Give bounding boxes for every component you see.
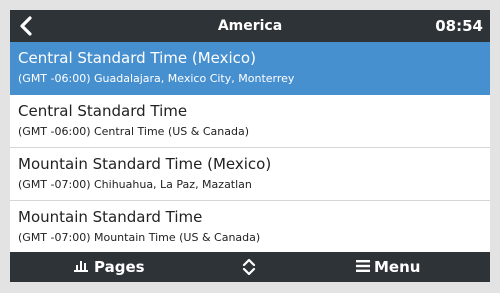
timezone-name: Central Standard Time bbox=[18, 102, 188, 120]
clock: 08:54 bbox=[435, 17, 483, 35]
timezone-detail: (GMT -06:00) Central Time (US & Canada) bbox=[18, 125, 249, 138]
timezone-screen: America 08:54 Central Standard Time (Mex… bbox=[10, 10, 490, 282]
header-bar: America 08:54 bbox=[10, 10, 490, 42]
timezone-list: Central Standard Time (Mexico) (GMT -06:… bbox=[10, 42, 490, 252]
timezone-name: Central Standard Time (Mexico) bbox=[18, 49, 256, 67]
menu-label: Menu bbox=[374, 258, 421, 276]
bar-chart-icon bbox=[74, 261, 88, 272]
timezone-name: Mountain Standard Time bbox=[18, 208, 203, 226]
scroll-button[interactable] bbox=[242, 258, 256, 276]
menu-button[interactable]: Menu bbox=[356, 252, 420, 282]
hamburger-menu-icon bbox=[356, 260, 370, 272]
list-item[interactable]: Central Standard Time (GMT -06:00) Centr… bbox=[10, 95, 490, 148]
up-down-arrows-icon bbox=[242, 258, 256, 276]
list-item[interactable]: Central Standard Time (Mexico) (GMT -06:… bbox=[10, 42, 490, 95]
timezone-detail: (GMT -06:00) Guadalajara, Mexico City, M… bbox=[18, 72, 295, 85]
list-item[interactable]: Mountain Standard Time (Mexico) (GMT -07… bbox=[10, 148, 490, 201]
timezone-name: Mountain Standard Time (Mexico) bbox=[18, 155, 272, 173]
timezone-detail: (GMT -07:00) Mountain Time (US & Canada) bbox=[18, 231, 261, 244]
timezone-detail: (GMT -07:00) Chihuahua, La Paz, Mazatlan bbox=[18, 178, 252, 191]
page-title: America bbox=[217, 18, 283, 34]
list-item[interactable]: Mountain Standard Time (GMT -07:00) Moun… bbox=[10, 201, 490, 253]
pages-label: Pages bbox=[94, 258, 145, 276]
footer-bar: Pages Menu bbox=[10, 252, 490, 282]
pages-button[interactable]: Pages bbox=[74, 252, 145, 282]
